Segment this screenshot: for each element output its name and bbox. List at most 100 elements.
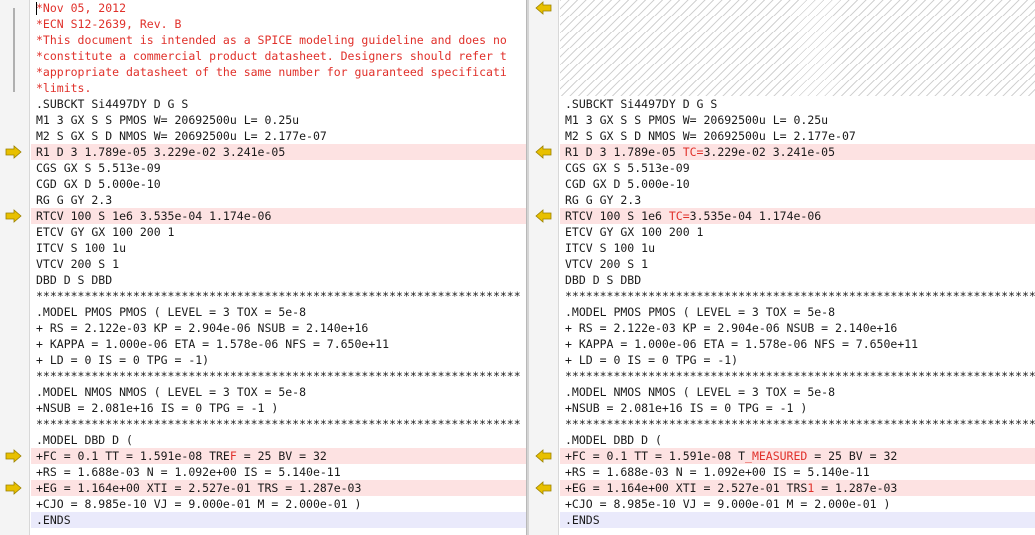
right-code-line[interactable]: CGD GX D 5.000e-10 — [560, 176, 1035, 192]
left-code-line[interactable]: +FC = 0.1 TT = 1.591e-08 TREF = 25 BV = … — [31, 448, 528, 464]
left-code-line[interactable]: +RS = 1.688e-03 N = 1.092e+00 IS = 5.140… — [31, 464, 528, 480]
right-code-line[interactable]: + RS = 2.122e-03 KP = 2.904e-06 NSUB = 2… — [560, 320, 1035, 336]
right-code-line[interactable]: +RS = 1.688e-03 N = 1.092e+00 IS = 5.140… — [560, 464, 1035, 480]
right-pane[interactable]: .SUBCKT Si4497DY D G S M1 3 GX S S PMOS W… — [529, 0, 1035, 535]
line-text: *appropriate datasheet of the same numbe… — [36, 65, 507, 79]
right-code-lines[interactable]: .SUBCKT Si4497DY D G S M1 3 GX S S PMOS W… — [560, 0, 1035, 528]
line-text: 3.535e-04 1.174e-06 — [689, 209, 822, 223]
right-code-line[interactable]: CGS GX S 5.513e-09 — [560, 160, 1035, 176]
left-code-line[interactable]: + RS = 2.122e-03 KP = 2.904e-06 NSUB = 2… — [31, 320, 528, 336]
right-code-line[interactable]: + KAPPA = 1.000e-06 ETA = 1.578e-06 NFS … — [560, 336, 1035, 352]
right-code-line[interactable] — [560, 80, 1035, 96]
right-code-line[interactable]: ****************************************… — [560, 368, 1035, 384]
copy-right-arrow-icon[interactable] — [4, 208, 24, 224]
right-code-line[interactable]: ITCV S 100 1u — [560, 240, 1035, 256]
left-code-line[interactable]: + KAPPA = 1.000e-06 ETA = 1.578e-06 NFS … — [31, 336, 528, 352]
right-code-line[interactable]: +CJO = 8.985e-10 VJ = 9.000e-01 M = 2.00… — [560, 496, 1035, 512]
left-code-line[interactable]: DBD D S DBD — [31, 272, 528, 288]
line-text: ****************************************… — [36, 289, 521, 303]
right-code-line[interactable]: VTCV 200 S 1 — [560, 256, 1035, 272]
line-text: = 1.287e-03 — [814, 481, 898, 495]
copy-right-arrow-icon[interactable] — [4, 144, 24, 160]
left-code-line[interactable]: .MODEL NMOS NMOS ( LEVEL = 3 TOX = 5e-8 — [31, 384, 528, 400]
copy-left-arrow-icon[interactable] — [533, 208, 553, 224]
right-code-line[interactable]: ****************************************… — [560, 416, 1035, 432]
line-text: *This document is intended as a SPICE mo… — [36, 33, 507, 47]
left-code-line[interactable]: M2 S GX S D NMOS W= 20692500u L= 2.177e-… — [31, 128, 528, 144]
right-code-line[interactable]: ETCV GY GX 100 200 1 — [560, 224, 1035, 240]
left-code-line[interactable]: RTCV 100 S 1e6 3.535e-04 1.174e-06 — [31, 208, 528, 224]
line-text: ****************************************… — [565, 369, 1035, 383]
line-text: +CJO = 8.985e-10 VJ = 9.000e-01 M = 2.00… — [36, 497, 362, 511]
right-code-line[interactable]: M1 3 GX S S PMOS W= 20692500u L= 0.25u — [560, 112, 1035, 128]
left-code-line[interactable]: RG G GY 2.3 — [31, 192, 528, 208]
line-text: +FC = 0.1 TT = 1.591e-08 T — [565, 449, 746, 463]
left-code-line[interactable]: CGS GX S 5.513e-09 — [31, 160, 528, 176]
left-code-line[interactable]: .MODEL PMOS PMOS ( LEVEL = 3 TOX = 5e-8 — [31, 304, 528, 320]
right-code-line[interactable]: RTCV 100 S 1e6 TC=3.535e-04 1.174e-06 — [560, 208, 1035, 224]
left-code-line[interactable]: *limits. — [31, 80, 528, 96]
left-pane[interactable]: *Nov 05, 2012 *ECN S12-2639, Rev. B *This … — [0, 0, 528, 535]
right-code-line[interactable]: .MODEL DBD D ( — [560, 432, 1035, 448]
right-code-line[interactable]: DBD D S DBD — [560, 272, 1035, 288]
line-text: CGD GX D 5.000e-10 — [36, 177, 161, 191]
left-code-line[interactable]: *constitute a commercial product datashe… — [31, 48, 528, 64]
line-text: RTCV 100 S 1e6 3.535e-04 1.174e-06 — [36, 209, 272, 223]
right-code-line[interactable]: +NSUB = 2.081e+16 IS = 0 TPG = -1 ) — [560, 400, 1035, 416]
line-text: +NSUB = 2.081e+16 IS = 0 TPG = -1 ) — [36, 401, 279, 415]
copy-left-arrow-icon[interactable] — [533, 144, 553, 160]
right-code-line[interactable]: .MODEL NMOS NMOS ( LEVEL = 3 TOX = 5e-8 — [560, 384, 1035, 400]
left-code-line[interactable]: *appropriate datasheet of the same numbe… — [31, 64, 528, 80]
left-code-line[interactable]: ****************************************… — [31, 368, 528, 384]
left-code-line[interactable]: *Nov 05, 2012 — [31, 0, 528, 16]
right-code-line[interactable] — [560, 16, 1035, 32]
right-code-line[interactable] — [560, 48, 1035, 64]
copy-left-arrow-icon[interactable] — [533, 448, 553, 464]
left-code-line[interactable]: *ECN S12-2639, Rev. B — [31, 16, 528, 32]
copy-left-arrow-icon[interactable] — [533, 0, 553, 16]
right-code-line[interactable]: .SUBCKT Si4497DY D G S — [560, 96, 1035, 112]
left-code-line[interactable]: +CJO = 8.985e-10 VJ = 9.000e-01 M = 2.00… — [31, 496, 528, 512]
copy-left-arrow-icon[interactable] — [533, 480, 553, 496]
right-code-line[interactable]: .ENDS — [560, 512, 1035, 528]
left-code-line[interactable]: +EG = 1.164e+00 XTI = 2.527e-01 TRS = 1.… — [31, 480, 528, 496]
right-code-line[interactable]: + LD = 0 IS = 0 TPG = -1) — [560, 352, 1035, 368]
right-code-line[interactable] — [560, 32, 1035, 48]
diff-highlight: F — [229, 449, 237, 463]
left-code-line[interactable]: +NSUB = 2.081e+16 IS = 0 TPG = -1 ) — [31, 400, 528, 416]
left-code-line[interactable]: *This document is intended as a SPICE mo… — [31, 32, 528, 48]
left-code-line[interactable]: .MODEL DBD D ( — [31, 432, 528, 448]
left-code-line[interactable]: R1 D 3 1.789e-05 3.229e-02 3.241e-05 — [31, 144, 528, 160]
left-code-lines[interactable]: *Nov 05, 2012 *ECN S12-2639, Rev. B *This … — [31, 0, 528, 528]
right-code-line[interactable]: +FC = 0.1 TT = 1.591e-08 T_MEASURED = 25… — [560, 448, 1035, 464]
left-code-line[interactable]: M1 3 GX S S PMOS W= 20692500u L= 0.25u — [31, 112, 528, 128]
right-code-line[interactable]: .MODEL PMOS PMOS ( LEVEL = 3 TOX = 5e-8 — [560, 304, 1035, 320]
left-code-line[interactable]: CGD GX D 5.000e-10 — [31, 176, 528, 192]
left-code-line[interactable]: .ENDS — [31, 512, 528, 528]
left-code-line[interactable]: ETCV GY GX 100 200 1 — [31, 224, 528, 240]
right-code-line[interactable]: +EG = 1.164e+00 XTI = 2.527e-01 TRS1 = 1… — [560, 480, 1035, 496]
line-text: .MODEL DBD D ( — [565, 433, 662, 447]
left-code-line[interactable]: .SUBCKT Si4497DY D G S — [31, 96, 528, 112]
right-code-line[interactable] — [560, 0, 1035, 16]
left-code-line[interactable]: + LD = 0 IS = 0 TPG = -1) — [31, 352, 528, 368]
line-text: DBD D S DBD — [565, 273, 642, 287]
right-code-line[interactable]: M2 S GX S D NMOS W= 20692500u L= 2.177e-… — [560, 128, 1035, 144]
left-code-line[interactable]: VTCV 200 S 1 — [31, 256, 528, 272]
left-code-line[interactable]: ITCV S 100 1u — [31, 240, 528, 256]
copy-right-arrow-icon[interactable] — [4, 480, 24, 496]
copy-right-arrow-icon[interactable] — [4, 448, 24, 464]
right-code-line[interactable]: ****************************************… — [560, 288, 1035, 304]
right-code-line[interactable]: RG G GY 2.3 — [560, 192, 1035, 208]
diff-highlight: TC= — [682, 145, 704, 159]
line-text: ETCV GY GX 100 200 1 — [565, 225, 704, 239]
left-code-line[interactable]: ****************************************… — [31, 288, 528, 304]
right-code-line[interactable] — [560, 64, 1035, 80]
right-code-line[interactable]: R1 D 3 1.789e-05 TC=3.229e-02 3.241e-05 — [560, 144, 1035, 160]
line-text: R1 D 3 1.789e-05 3.229e-02 3.241e-05 — [36, 145, 286, 159]
line-text: DBD D S DBD — [36, 273, 113, 287]
left-code-line[interactable]: ****************************************… — [31, 416, 528, 432]
line-text: M1 3 GX S S PMOS W= 20692500u L= 0.25u — [36, 113, 300, 127]
diff-viewer: *Nov 05, 2012 *ECN S12-2639, Rev. B *This … — [0, 0, 1035, 535]
line-text: .MODEL NMOS NMOS ( LEVEL = 3 TOX = 5e-8 — [565, 385, 836, 399]
